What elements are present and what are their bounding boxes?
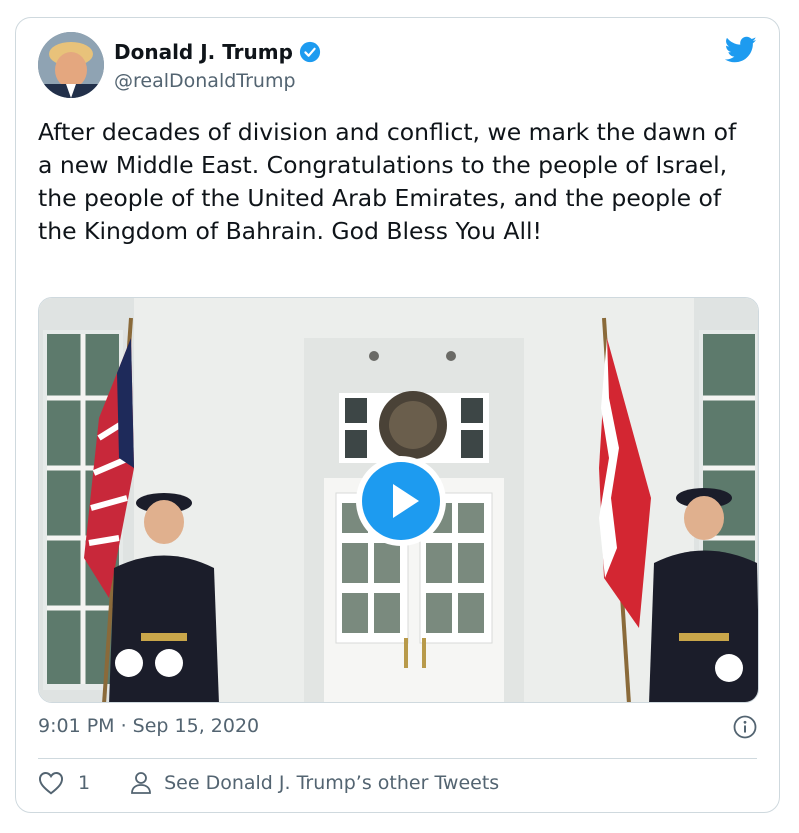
tweet-card: Donald J. Trump @realDonaldTrump After d… — [15, 17, 780, 813]
other-tweets-link[interactable]: See Donald J. Trump’s other Tweets — [130, 771, 499, 795]
person-icon — [131, 772, 151, 794]
other-tweets-label: See Donald J. Trump’s other Tweets — [164, 772, 500, 794]
like-count: 1 — [78, 772, 91, 794]
play-icon — [362, 462, 440, 540]
tweet-timestamp[interactable]: 9:01 PM · Sep 15, 2020 — [38, 715, 259, 737]
play-button[interactable] — [356, 456, 446, 546]
video-player[interactable] — [38, 297, 759, 703]
heart-icon — [38, 772, 64, 795]
avatar[interactable] — [38, 32, 104, 98]
verified-badge-icon — [299, 41, 321, 63]
tweet-text: After decades of division and conflict, … — [38, 118, 737, 245]
twitter-bird-icon[interactable] — [725, 36, 757, 64]
like-button[interactable]: 1 — [38, 771, 90, 795]
info-icon[interactable] — [733, 715, 757, 739]
author-name[interactable]: Donald J. Trump — [114, 40, 293, 64]
divider — [38, 758, 757, 759]
author-handle[interactable]: @realDonaldTrump — [114, 70, 296, 92]
